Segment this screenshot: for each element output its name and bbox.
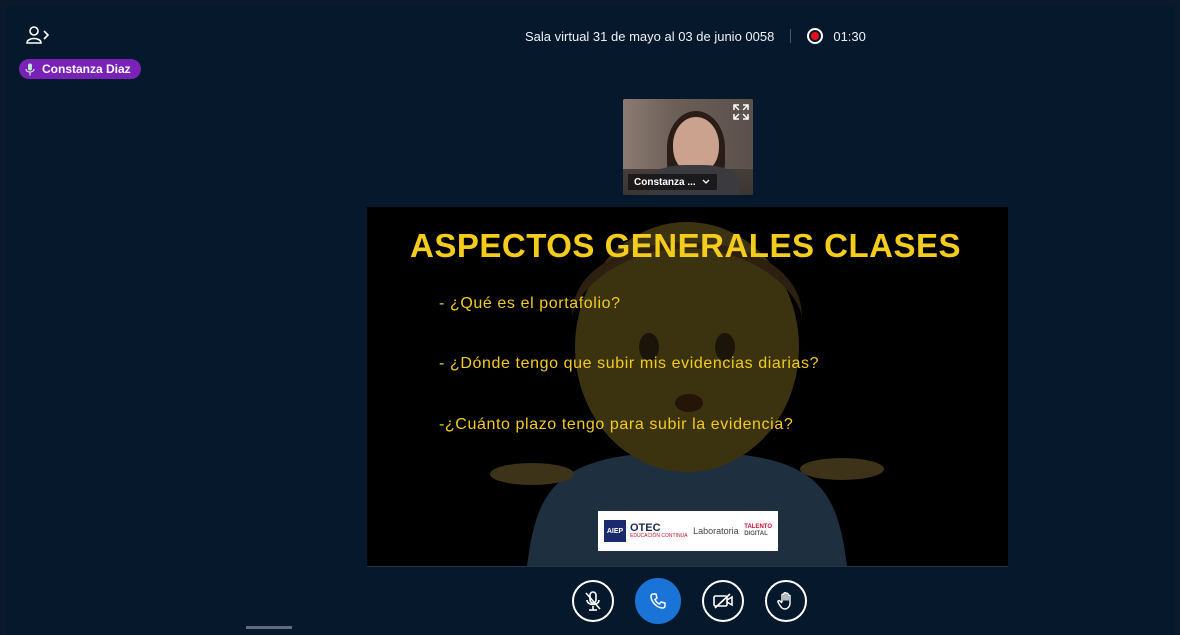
slide-title: ASPECTOS GENERALES CLASES: [410, 227, 961, 264]
recording-time: 01:30: [833, 28, 866, 44]
webcam-user-name: Constanza ...: [634, 176, 696, 188]
top-bar: Sala virtual 31 de mayo al 03 de junio 0…: [6, 6, 1174, 79]
otec-sublabel: EDUCACIÓN CONTINUA: [630, 533, 688, 539]
talento-digital-logo: TALENTO DIGITAL: [744, 524, 772, 537]
laboratoria-logo: Laboratoria: [693, 526, 739, 536]
recording-icon[interactable]: [807, 28, 824, 44]
digital-label: DIGITAL: [744, 531, 768, 537]
leave-audio-button[interactable]: [635, 578, 681, 624]
meeting-window: Sala virtual 31 de mayo al 03 de junio 0…: [6, 6, 1174, 635]
talking-indicator: Constanza Diaz: [19, 59, 141, 79]
users-panel-toggle[interactable]: [24, 24, 52, 46]
divider: [790, 29, 792, 43]
chevron-down-icon: [702, 179, 710, 184]
meeting-title: Sala virtual 31 de mayo al 03 de junio 0…: [525, 28, 775, 44]
slide-bullet: -¿Cuánto plazo tengo para subir la evide…: [439, 416, 794, 433]
meeting-info: Sala virtual 31 de mayo al 03 de junio 0…: [525, 26, 866, 46]
phone-icon: [650, 593, 666, 609]
talento-label: TALENTO: [744, 524, 772, 531]
raise-hand-button[interactable]: [765, 580, 807, 622]
fullscreen-icon[interactable]: [733, 104, 749, 120]
user-list-icon: [26, 26, 50, 44]
taskbar-indicator: [246, 626, 292, 629]
talking-user-name: Constanza Diaz: [42, 62, 131, 76]
slide-bullet: - ¿Dónde tengo que subir mis evidencias …: [439, 355, 820, 372]
microphone-icon: [25, 63, 35, 75]
sponsor-logos: AIEP OTEC EDUCACIÓN CONTINUA Laboratoria…: [598, 511, 778, 551]
unmute-button[interactable]: [572, 580, 614, 622]
raise-hand-icon: [777, 592, 791, 610]
webcam-name-dropdown[interactable]: Constanza ...: [628, 174, 717, 190]
presentation-slide: ASPECTOS GENERALES CLASES - ¿Qué es el p…: [367, 207, 1008, 567]
slide-bullet: - ¿Qué es el portafolio?: [439, 295, 621, 312]
share-webcam-button[interactable]: [702, 580, 744, 622]
media-controls: [572, 578, 807, 624]
camera-off-icon: [713, 593, 733, 609]
aiep-otec-logo: AIEP OTEC EDUCACIÓN CONTINUA: [604, 520, 688, 542]
aiep-logo: AIEP: [604, 520, 626, 542]
mic-muted-icon: [585, 591, 601, 611]
webcam-video[interactable]: Constanza ...: [623, 99, 753, 195]
